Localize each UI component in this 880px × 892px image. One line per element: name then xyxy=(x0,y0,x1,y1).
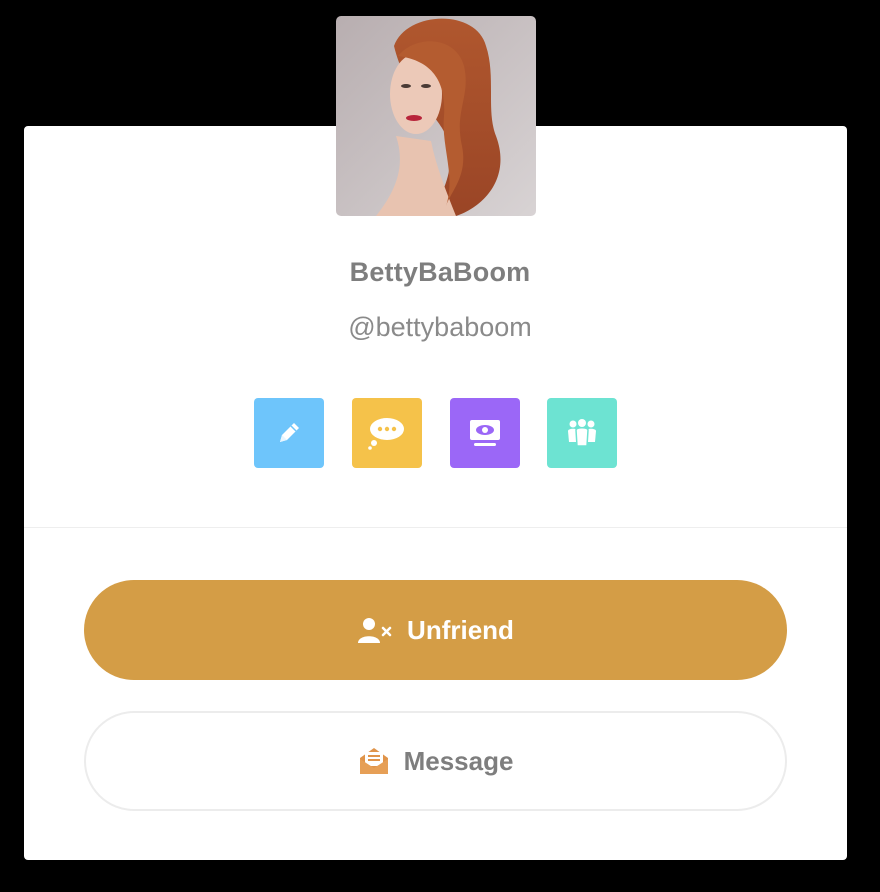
chat-button[interactable] xyxy=(352,398,422,468)
watch-button[interactable] xyxy=(450,398,520,468)
avatar-image xyxy=(336,16,536,216)
avatar[interactable] xyxy=(336,16,536,216)
unfriend-button[interactable]: Unfriend xyxy=(84,580,787,680)
pencil-icon xyxy=(280,423,299,442)
chat-bubble-icon xyxy=(368,418,404,450)
message-button[interactable]: Message xyxy=(84,711,787,811)
username: BettyBaBoom xyxy=(349,257,531,287)
divider xyxy=(24,527,847,528)
groups-button[interactable] xyxy=(547,398,617,468)
message-label: Message xyxy=(403,745,514,776)
unfriend-label: Unfriend xyxy=(407,614,514,645)
edit-button[interactable] xyxy=(254,398,324,468)
user-remove-icon xyxy=(357,616,393,644)
monitor-eye-icon xyxy=(470,420,500,446)
group-icon xyxy=(568,419,596,447)
envelope-open-icon xyxy=(358,746,390,776)
user-handle: @bettybaboom xyxy=(348,312,532,342)
